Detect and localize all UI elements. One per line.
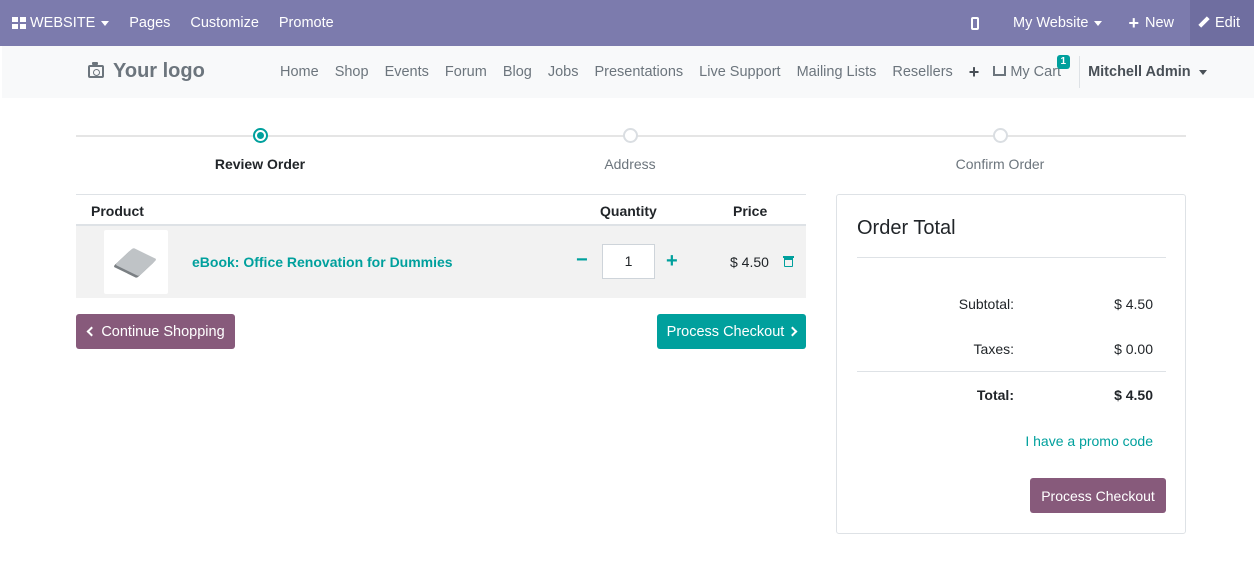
divider — [857, 371, 1166, 372]
product-name-link[interactable]: eBook: Office Renovation for Dummies — [192, 254, 453, 270]
table-row: eBook: Office Renovation for Dummies − 1… — [76, 226, 806, 298]
nav-link-forum[interactable]: Forum — [437, 64, 495, 80]
chevron-right-icon — [787, 326, 798, 337]
process-checkout-button[interactable]: Process Checkout — [657, 314, 806, 349]
divider — [857, 257, 1166, 258]
order-total-card: Order Total Subtotal: $ 4.50 Taxes: $ 0.… — [836, 194, 1186, 534]
wizard-step-dot-review — [253, 128, 268, 143]
header-quantity: Quantity — [600, 203, 657, 219]
order-total-title: Order Total — [857, 217, 956, 239]
caret-down-icon — [101, 20, 110, 26]
product-price: $ 4.50 — [730, 254, 769, 270]
nav-link-jobs[interactable]: Jobs — [540, 64, 587, 80]
wizard-step-dot-confirm — [993, 128, 1008, 143]
process-checkout-label: Process Checkout — [666, 323, 785, 340]
admin-bar-right: My Website + New Edit — [961, 0, 1254, 46]
logo-text: Your logo — [113, 60, 205, 82]
admin-bar-left: WEBSITE Pages Customize Promote — [0, 0, 344, 46]
apps-grid-icon — [12, 17, 26, 29]
edit-button[interactable]: Edit — [1190, 0, 1254, 46]
chevron-left-icon — [86, 326, 97, 337]
card-process-checkout-button[interactable]: Process Checkout — [1030, 478, 1166, 513]
pencil-icon — [1198, 16, 1210, 28]
mobile-phone-icon — [970, 16, 979, 30]
nav-link-resellers[interactable]: Resellers — [884, 64, 960, 80]
my-website-label: My Website — [1012, 15, 1089, 31]
wizard-step-dot-address — [623, 128, 638, 143]
promo-code-link[interactable]: I have a promo code — [1025, 433, 1153, 449]
nav-link-presentations[interactable]: Presentations — [586, 64, 691, 80]
taxes-value: $ 0.00 — [1114, 341, 1153, 357]
camera-icon — [88, 62, 104, 78]
nav-link-mailing-lists[interactable]: Mailing Lists — [789, 64, 885, 80]
add-menu-item-icon[interactable]: + — [961, 62, 988, 83]
subtotal-label: Subtotal: — [958, 296, 1014, 312]
continue-shopping-button[interactable]: Continue Shopping — [76, 314, 235, 349]
nav-link-home[interactable]: Home — [272, 64, 327, 80]
new-button[interactable]: + New — [1118, 0, 1190, 46]
cart-table-header: Product Quantity Price — [76, 194, 806, 226]
nav-link-blog[interactable]: Blog — [495, 64, 540, 80]
nav-link-live-support[interactable]: Live Support — [691, 64, 788, 80]
header-price: Price — [733, 203, 768, 219]
wizard-step-confirm: Confirm Order — [955, 156, 1045, 172]
website-menu-button[interactable]: WEBSITE — [0, 0, 119, 46]
continue-shopping-label: Continue Shopping — [101, 323, 225, 340]
wizard-step-address: Address — [604, 156, 656, 172]
total-label: Total: — [976, 387, 1014, 403]
wizard-step-review: Review Order — [214, 156, 306, 172]
cart-count-badge: 1 — [1056, 55, 1071, 69]
caret-down-icon — [1094, 20, 1103, 26]
product-thumbnail — [104, 230, 168, 294]
taxes-label: Taxes: — [973, 341, 1014, 357]
admin-bar: WEBSITE Pages Customize Promote My Websi… — [0, 0, 1254, 46]
main-menu: Home Shop Events Forum Blog Jobs Present… — [272, 46, 1217, 98]
pages-menu[interactable]: Pages — [119, 0, 180, 46]
caret-down-icon — [1198, 69, 1207, 75]
ebook-image — [115, 247, 157, 277]
mobile-preview-button[interactable] — [961, 0, 1003, 46]
user-name: Mitchell Admin — [1088, 64, 1191, 80]
total-value: $ 4.50 — [1114, 387, 1153, 403]
user-menu[interactable]: Mitchell Admin — [1079, 56, 1217, 88]
customize-menu[interactable]: Customize — [180, 0, 269, 46]
nav-link-events[interactable]: Events — [377, 64, 437, 80]
nav-link-shop[interactable]: Shop — [327, 64, 377, 80]
promote-menu[interactable]: Promote — [269, 0, 344, 46]
edit-label: Edit — [1215, 15, 1240, 31]
trash-icon[interactable] — [783, 256, 794, 267]
website-menu-label: WEBSITE — [30, 15, 96, 31]
site-logo[interactable]: Your logo — [88, 60, 205, 83]
subtotal-value: $ 4.50 — [1114, 296, 1153, 312]
plus-icon: + — [1128, 12, 1139, 33]
site-navbar: Your logo Home Shop Events Forum Blog Jo… — [2, 46, 1254, 98]
quantity-decrease-button[interactable]: − — [576, 250, 588, 270]
shopping-cart-icon — [993, 66, 1007, 76]
quantity-increase-button[interactable]: + — [666, 251, 678, 271]
new-label: New — [1144, 15, 1174, 31]
header-product: Product — [91, 203, 144, 219]
my-cart-label: My Cart — [1010, 64, 1062, 80]
my-cart-link[interactable]: My Cart 1 — [987, 55, 1071, 80]
my-website-menu[interactable]: My Website — [1003, 0, 1118, 46]
quantity-input[interactable]: 1 — [602, 244, 655, 279]
